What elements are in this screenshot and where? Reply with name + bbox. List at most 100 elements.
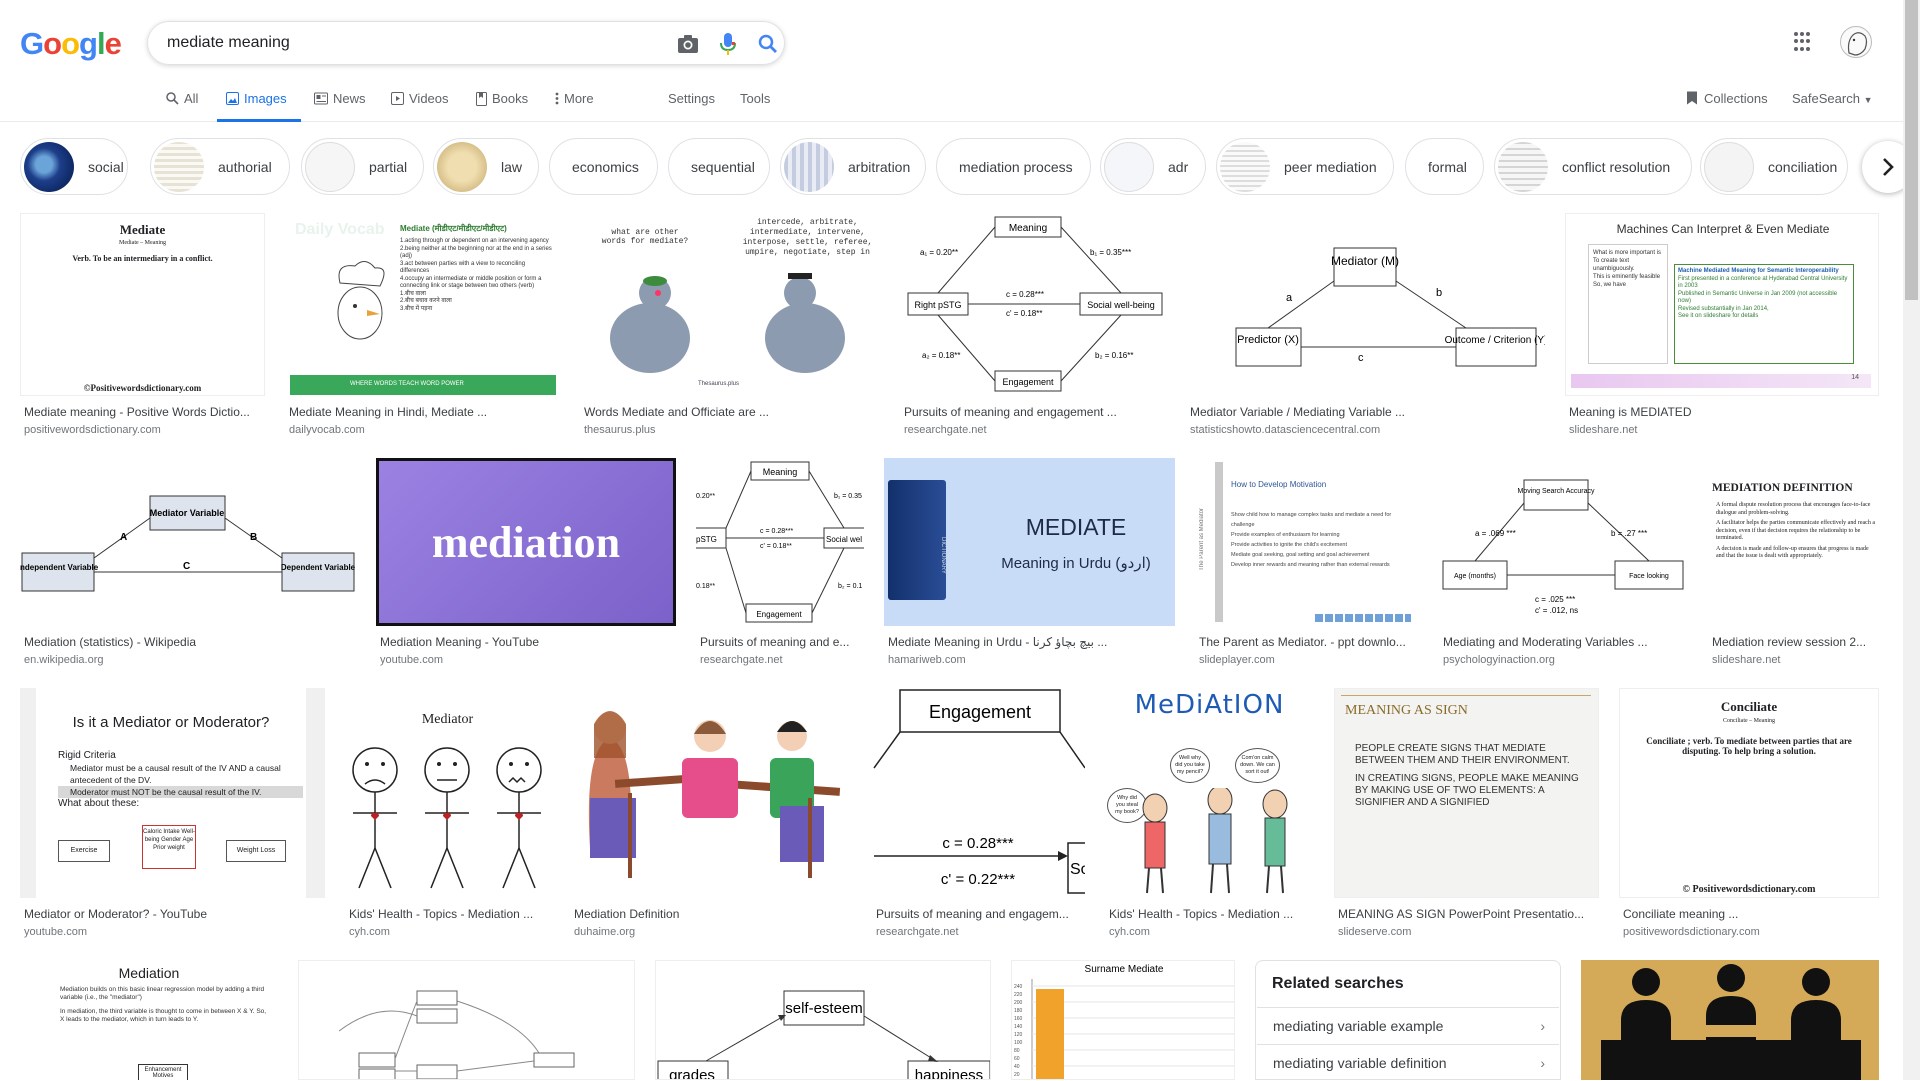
chip-partial[interactable]: partial [301, 138, 424, 195]
result-source[interactable]: researchgate.net [700, 654, 783, 666]
result-title[interactable]: Mediator or Moderator? - YouTube [24, 907, 324, 921]
result-title[interactable]: MEANING AS SIGN PowerPoint Presentatio..… [1338, 907, 1598, 921]
tab-tools[interactable]: Tools [740, 88, 780, 122]
result-title[interactable]: Conciliate meaning ... [1623, 907, 1879, 921]
collections-link[interactable]: Collections [1686, 91, 1768, 106]
tab-books[interactable]: Books [476, 88, 534, 122]
chip-sequential[interactable]: sequential [668, 138, 770, 195]
result-thumbnail[interactable]: Meaning Right pSTG Social well-being Eng… [900, 213, 1166, 396]
scrollbar-thumb[interactable] [1905, 0, 1918, 300]
result-thumbnail[interactable] [1581, 960, 1879, 1080]
result-title[interactable]: Pursuits of meaning and engagement ... [904, 405, 1164, 419]
result-thumbnail[interactable]: Meaning pSTG Social wel Engagement 0.20*… [696, 458, 864, 626]
result-source[interactable]: duhaime.org [574, 926, 635, 938]
result-thumbnail[interactable]: MEANING AS SIGN PEOPLE CREATE SIGNS THAT… [1334, 688, 1599, 898]
chip-law[interactable]: law [433, 138, 539, 195]
result-thumbnail[interactable]: Moving Search Accuracy Age (months) Face… [1439, 458, 1688, 626]
result-thumbnail[interactable]: mediation [376, 458, 676, 626]
related-search-item[interactable]: mediating variable example › [1257, 1007, 1559, 1044]
result-source[interactable]: cyh.com [349, 926, 390, 938]
result-source[interactable]: researchgate.net [876, 926, 959, 938]
tab-all[interactable]: All [166, 88, 206, 122]
tab-settings[interactable]: Settings [668, 88, 718, 122]
apps-grid-icon[interactable] [1794, 32, 1814, 52]
chip-authorial[interactable]: authorial [150, 138, 290, 195]
result-thumbnail[interactable]: Surname Mediate 240 220 200 180 160 140 … [1011, 960, 1235, 1080]
chip-formal[interactable]: formal [1405, 138, 1484, 195]
result-source[interactable]: statisticshowto.datasciencecentral.com [1190, 424, 1380, 436]
result-thumbnail[interactable]: Mediator (M) Predictor (X) Outcome / Cri… [1186, 213, 1545, 396]
result-source[interactable]: positivewordsdictionary.com [24, 424, 161, 436]
result-title[interactable]: Meaning is MEDIATED [1569, 405, 1879, 419]
result-title[interactable]: Mediate Meaning in Urdu - بیچ بچاؤ کرنا … [888, 635, 1174, 649]
related-search-item[interactable]: mediating variable definition › [1257, 1044, 1559, 1081]
img-footer: ©Positivewordsdictionary.com [83, 383, 202, 393]
result-title[interactable]: Pursuits of meaning and e... [700, 635, 864, 649]
result-title[interactable]: Pursuits of meaning and engagem... [876, 907, 1084, 921]
result-source[interactable]: slideshare.net [1712, 654, 1781, 666]
search-box[interactable]: mediate meaning [147, 21, 785, 65]
result-source[interactable]: slideshare.net [1569, 424, 1638, 436]
result-thumbnail[interactable]: The Parent as Mediator How to Develop Mo… [1195, 458, 1419, 626]
result-thumbnail[interactable]: self-esteem grades happiness [655, 960, 991, 1080]
result-title[interactable]: Kids' Health - Topics - Mediation ... [1109, 907, 1314, 921]
result-thumbnail[interactable]: Mediator Variable Independent Variable D… [20, 458, 356, 626]
result-thumbnail[interactable] [298, 960, 635, 1080]
result-title[interactable]: Words Mediate and Officiate are ... [584, 405, 874, 419]
google-logo[interactable]: Google [20, 26, 122, 62]
result-source[interactable]: researchgate.net [904, 424, 987, 436]
chip-adr[interactable]: adr [1100, 138, 1206, 195]
result-source[interactable]: slideplayer.com [1199, 654, 1275, 666]
chip-social[interactable]: social [20, 138, 128, 195]
result-source[interactable]: hamariweb.com [888, 654, 966, 666]
microphone-icon[interactable] [716, 32, 740, 56]
result-title[interactable]: Mediator Variable / Mediating Variable .… [1190, 405, 1545, 419]
result-thumbnail[interactable]: what are other words for mediate? interc… [580, 213, 880, 396]
avatar[interactable] [1840, 26, 1872, 58]
tab-videos[interactable]: Videos [391, 88, 455, 122]
result-title[interactable]: Mediate meaning - Positive Words Dictio.… [24, 405, 268, 419]
result-source[interactable]: youtube.com [380, 654, 443, 666]
camera-icon[interactable] [676, 32, 700, 56]
result-source[interactable]: slideserve.com [1338, 926, 1411, 938]
chip-peer-mediation[interactable]: peer mediation [1216, 138, 1394, 195]
safesearch-dropdown[interactable]: SafeSearch ▼ [1792, 91, 1872, 106]
result-thumbnail[interactable]: Engagement So c = 0.28*** c' = 0.22*** [872, 688, 1085, 898]
chip-conciliation[interactable]: conciliation [1700, 138, 1848, 195]
result-title[interactable]: Mediate Meaning in Hindi, Mediate ... [289, 405, 559, 419]
result-source[interactable]: youtube.com [24, 926, 87, 938]
chip-mediation-process[interactable]: mediation process [936, 138, 1091, 195]
result-title[interactable]: The Parent as Mediator. - ppt downlo... [1199, 635, 1419, 649]
tab-more[interactable]: More [555, 88, 603, 122]
chip-arbitration[interactable]: arbitration [780, 138, 926, 195]
chip-conflict-resolution[interactable]: conflict resolution [1494, 138, 1692, 195]
result-thumbnail[interactable]: Mediation Mediation builds on this basic… [20, 960, 278, 1080]
tab-news[interactable]: News [314, 88, 372, 122]
result-source[interactable]: en.wikipedia.org [24, 654, 104, 666]
result-thumbnail[interactable]: MEDIATION DEFINITION A formal dispute re… [1708, 458, 1879, 626]
result-thumbnail[interactable]: DICTIONARY MEDIATE Meaning in Urdu (اردو… [884, 458, 1175, 626]
result-thumbnail[interactable]: Mediator [345, 688, 550, 898]
result-thumbnail[interactable]: Mediate Mediate – Meaning Verb. To be an… [20, 213, 265, 396]
result-source[interactable]: psychologyinaction.org [1443, 654, 1555, 666]
result-thumbnail[interactable]: Is it a Mediator or Moderator? Rigid Cri… [20, 688, 325, 898]
result-thumbnail[interactable]: Daily Vocab Mediate (मीडीएट/मीडीएट/मीडीए… [285, 213, 561, 396]
result-thumbnail[interactable]: Machines Can Interpret & Even Mediate Wh… [1565, 213, 1879, 396]
result-thumbnail[interactable]: MeDiAtION Why did you steal my book? Wel… [1105, 688, 1314, 898]
result-source[interactable]: thesaurus.plus [584, 424, 656, 436]
chip-economics[interactable]: economics [549, 138, 658, 195]
result-title[interactable]: Mediation Meaning - YouTube [380, 635, 670, 649]
result-title[interactable]: Mediation (statistics) - Wikipedia [24, 635, 354, 649]
result-source[interactable]: cyh.com [1109, 926, 1150, 938]
result-source[interactable]: dailyvocab.com [289, 424, 365, 436]
result-thumbnail[interactable] [570, 688, 852, 898]
result-title[interactable]: Mediating and Moderating Variables ... [1443, 635, 1687, 649]
result-title[interactable]: Mediation review session 2... [1712, 635, 1878, 649]
tab-images[interactable]: Images [217, 88, 301, 122]
result-title[interactable]: Mediation Definition [574, 907, 852, 921]
result-thumbnail[interactable]: Conciliate Conciliate – Meaning Concilia… [1619, 688, 1879, 898]
result-source[interactable]: positivewordsdictionary.com [1623, 926, 1760, 938]
search-icon[interactable] [756, 32, 780, 56]
search-input[interactable]: mediate meaning [167, 34, 290, 52]
result-title[interactable]: Kids' Health - Topics - Mediation ... [349, 907, 549, 921]
